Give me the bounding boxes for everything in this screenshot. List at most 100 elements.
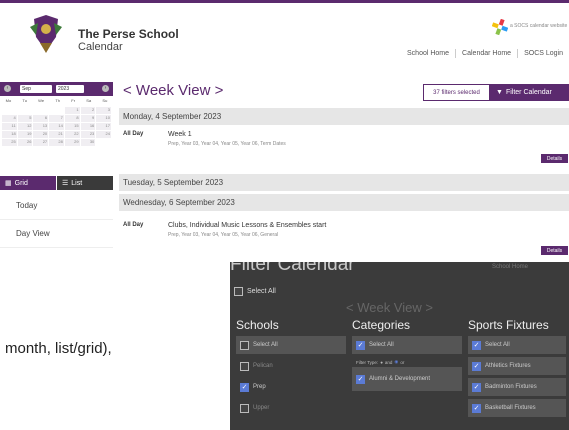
checkmark-icon[interactable]: ✓: [356, 340, 365, 350]
day-cell[interactable]: 9: [80, 115, 96, 122]
schools-column: Schools Select All Pelican ✓ Prep Upper: [236, 318, 346, 420]
day-cell[interactable]: 15: [64, 123, 80, 130]
header-nav: School Home Calendar Home SOCS Login: [407, 49, 563, 58]
checkmark-icon[interactable]: ✓: [472, 382, 481, 392]
socs-badge-text[interactable]: a SOCS calendar website: [510, 23, 567, 29]
checkmark-icon[interactable]: ✓: [472, 340, 481, 350]
details-button[interactable]: Details: [541, 154, 568, 163]
categories-title: Categories: [352, 318, 411, 332]
day-cell[interactable]: 12: [17, 123, 33, 130]
checkmark-icon[interactable]: ✓: [356, 374, 365, 384]
filter-type-toggle[interactable]: Filter Type: ● and ◉ or: [352, 357, 462, 367]
year-select[interactable]: 2023: [56, 85, 84, 93]
event-title[interactable]: Clubs, Individual Music Lessons & Ensemb…: [168, 222, 326, 229]
day-header: Monday, 4 September 2023: [119, 108, 569, 125]
day-cell[interactable]: 7: [49, 115, 64, 122]
day-cell[interactable]: 6: [33, 115, 49, 122]
side-link-today[interactable]: Today: [0, 192, 113, 220]
nav-divider: [517, 49, 519, 58]
day-cell: [2, 107, 17, 114]
prev-month-icon[interactable]: ‹: [4, 85, 11, 92]
week-view-title[interactable]: < Week View >: [123, 82, 223, 99]
checkmark-icon[interactable]: ✓: [472, 361, 481, 371]
details-button[interactable]: Details: [541, 246, 568, 255]
day-cell[interactable]: 29: [64, 139, 80, 146]
funnel-icon: ▼: [496, 89, 503, 96]
grid-view-button[interactable]: ▦ Grid: [0, 176, 56, 190]
checkbox-icon[interactable]: [240, 340, 249, 350]
day-cell[interactable]: 5: [17, 115, 33, 122]
radio-and-icon[interactable]: ●: [380, 360, 383, 365]
day-cell[interactable]: 10: [96, 115, 111, 122]
day-cell[interactable]: 13: [33, 123, 49, 130]
schools-select-all[interactable]: Select All: [236, 336, 346, 354]
next-month-icon[interactable]: ›: [102, 85, 109, 92]
school-crest-icon: [30, 15, 62, 53]
month-select[interactable]: Sep: [20, 85, 52, 93]
checkbox-icon[interactable]: [234, 286, 243, 296]
checkmark-icon[interactable]: ✓: [472, 403, 481, 413]
day-cell[interactable]: 2: [80, 107, 96, 114]
event-time: All Day: [123, 222, 144, 228]
day-cell[interactable]: 11: [2, 123, 17, 130]
global-select-all[interactable]: Select All: [234, 284, 344, 298]
filter-calendar-button[interactable]: ▼ Filter Calendar: [490, 84, 569, 101]
school-name[interactable]: The Perse School: [78, 27, 179, 41]
day-cell[interactable]: 3: [96, 107, 111, 114]
option-label: Alumni & Development: [369, 376, 431, 382]
day-cell[interactable]: 17: [96, 123, 111, 130]
day-cell[interactable]: 24: [96, 131, 111, 138]
day-cell[interactable]: 18: [2, 131, 17, 138]
sports-fixtures-column: Sports Fixtures ✓ Select All ✓ Athletics…: [468, 318, 566, 420]
day-cell[interactable]: 20: [33, 131, 49, 138]
option-label: Basketball Fixtures: [485, 405, 536, 411]
side-link-day-view[interactable]: Day View: [0, 220, 113, 248]
weekday-label: We: [38, 98, 45, 103]
categories-select-all[interactable]: ✓ Select All: [352, 336, 462, 354]
day-cell[interactable]: 28: [49, 139, 64, 146]
nav-socs-login[interactable]: SOCS Login: [524, 50, 563, 57]
day-cell[interactable]: 23: [80, 131, 96, 138]
filter-calendar-title: Filter Calendar: [230, 262, 355, 275]
checkmark-icon[interactable]: ✓: [240, 382, 249, 392]
nav-school-home[interactable]: School Home: [407, 50, 449, 57]
grid-label: Grid: [14, 179, 28, 187]
day-cell[interactable]: 21: [49, 131, 64, 138]
sports-select-all[interactable]: ✓ Select All: [468, 336, 566, 354]
checkbox-icon[interactable]: [240, 403, 249, 413]
event-title[interactable]: Week 1: [168, 131, 192, 138]
day-cell[interactable]: 14: [49, 123, 64, 130]
day-cell[interactable]: 16: [80, 123, 96, 130]
option-label: Select All: [485, 342, 510, 348]
grid-icon: ▦: [5, 180, 12, 187]
day-cell[interactable]: 8: [64, 115, 80, 122]
day-cell[interactable]: 30: [80, 139, 96, 146]
day-cell[interactable]: 22: [64, 131, 80, 138]
school-option-prep[interactable]: ✓ Prep: [236, 378, 346, 396]
background-school-home: School Home: [492, 264, 529, 270]
sport-option-badminton[interactable]: ✓ Badminton Fixtures: [468, 378, 566, 396]
school-option-upper[interactable]: Upper: [236, 399, 346, 417]
day-cell[interactable]: 4: [2, 115, 17, 122]
weekday-label: Tu: [22, 98, 27, 103]
calendar-name: Calendar: [78, 41, 123, 53]
checkbox-icon[interactable]: [240, 361, 249, 371]
option-label: Prep: [253, 384, 266, 390]
day-header: Wednesday, 6 September 2023: [119, 194, 569, 211]
list-view-button[interactable]: ☰ List: [56, 176, 113, 190]
sport-option-basketball[interactable]: ✓ Basketball Fixtures: [468, 399, 566, 417]
nav-calendar-home[interactable]: Calendar Home: [462, 50, 511, 57]
nav-divider: [455, 49, 457, 58]
radio-or-icon[interactable]: ◉: [394, 359, 398, 365]
day-cell[interactable]: 1: [64, 107, 80, 114]
schools-title: Schools: [236, 318, 279, 332]
sport-option-athletics[interactable]: ✓ Athletics Fixtures: [468, 357, 566, 375]
day-cell[interactable]: 25: [2, 139, 17, 146]
category-option-alumni[interactable]: ✓ Alumni & Development: [352, 367, 462, 391]
weekday-label: Fr: [71, 98, 76, 103]
day-cell[interactable]: 26: [17, 139, 33, 146]
day-cell[interactable]: 27: [33, 139, 49, 146]
day-cell[interactable]: 19: [17, 131, 33, 138]
option-label: Badminton Fixtures: [485, 384, 537, 390]
school-option-pelican[interactable]: Pelican: [236, 357, 346, 375]
